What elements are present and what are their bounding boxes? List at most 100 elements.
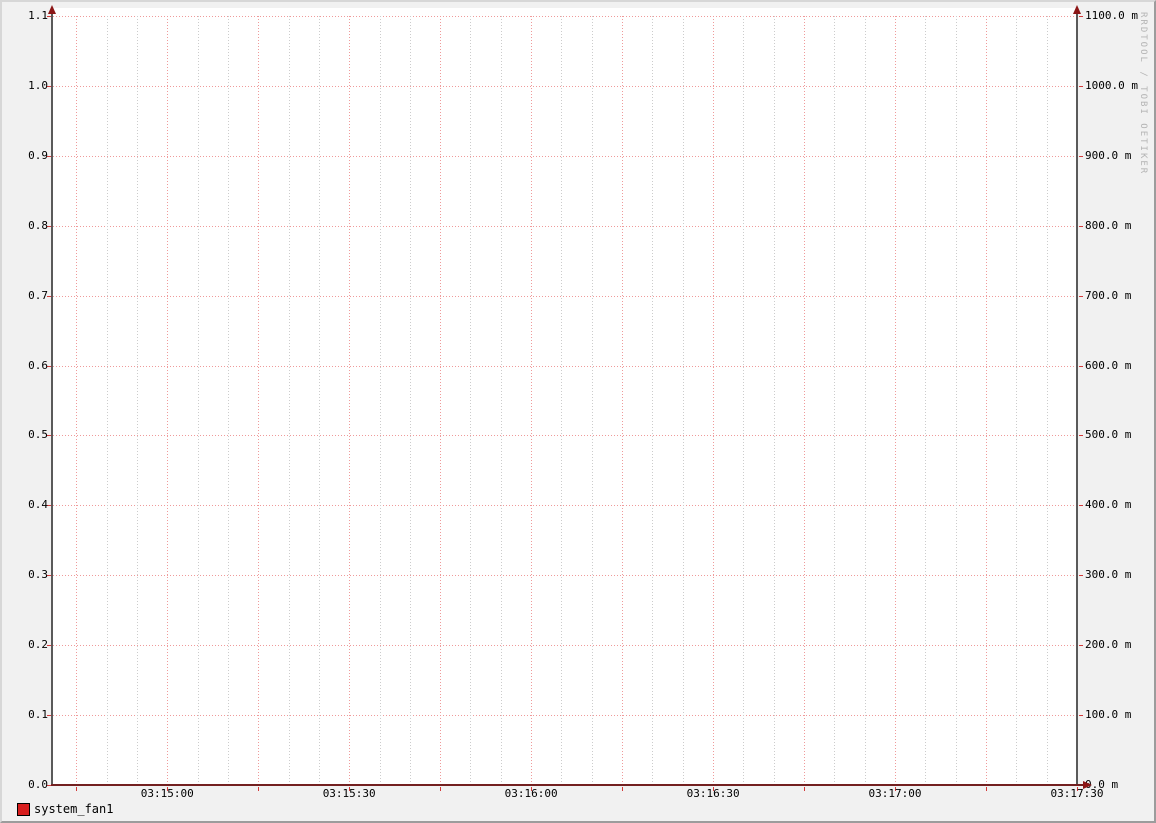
y-axis-right-tick [1079, 435, 1083, 436]
gridline-major-vertical [258, 16, 259, 785]
y-axis-left-label: 0.8 [28, 219, 48, 232]
gridline-major-horizontal [53, 715, 1077, 716]
y-axis-left-label: 0.6 [28, 359, 48, 372]
gridline-major-horizontal [53, 366, 1077, 367]
y-axis-right-label: 600.0 m [1085, 359, 1132, 372]
gridline-minor-vertical [501, 16, 502, 785]
y-axis-left-label: 0.4 [28, 498, 48, 511]
y-axis-right-tick [1079, 505, 1083, 506]
x-axis-tick [622, 787, 623, 791]
x-axis-label: 03:15:30 [322, 787, 376, 800]
gridline-minor-vertical [470, 16, 471, 785]
gridline-major-vertical [531, 16, 532, 785]
y-axis-left-label: 0.7 [28, 289, 48, 302]
y-axis-right-tick [1079, 86, 1083, 87]
y-axis-right-tick [1079, 226, 1083, 227]
y-axis-right-tick [1079, 366, 1083, 367]
y-axis-right-label: 200.0 m [1085, 638, 1132, 651]
gridline-minor-vertical [834, 16, 835, 785]
y-axis-left-label: 1.1 [28, 9, 48, 22]
gridline-major-vertical [713, 16, 714, 785]
gridline-major-horizontal [53, 575, 1077, 576]
legend-swatch [17, 802, 30, 816]
y-axis-right-tick [1079, 645, 1083, 646]
y-axis-right-label: 900.0 m [1085, 149, 1132, 162]
x-axis-tick [986, 787, 987, 791]
gridline-major-horizontal [53, 505, 1077, 506]
x-axis-tick [804, 787, 805, 791]
y-axis-right-label: 700.0 m [1085, 289, 1132, 302]
gridline-major-vertical [895, 16, 896, 785]
y-axis-left-label: 0.5 [28, 428, 48, 441]
y-axis-right-tick [1079, 156, 1083, 157]
y-axis-right-label: 400.0 m [1085, 498, 1132, 511]
gridline-major-vertical [349, 16, 350, 785]
y-axis-right-tick [1079, 296, 1083, 297]
gridline-major-vertical [622, 16, 623, 785]
y-axis-right-arrow-icon [1073, 5, 1081, 14]
x-axis-label: 03:16:00 [504, 787, 558, 800]
y-axis-left-arrow-icon [48, 5, 56, 14]
gridline-major-vertical [986, 16, 987, 785]
gridline-minor-vertical [289, 16, 290, 785]
gridline-major-horizontal [53, 156, 1077, 157]
rrdtool-graph: 0.0 0.0 m 0.1 100.0 m 0.2 200.0 m 0.3 300.0 m 0.… [0, 0, 1156, 823]
x-axis-label: 03:17:30 [1050, 787, 1104, 800]
x-axis-label: 03:17:00 [868, 787, 922, 800]
gridline-minor-vertical [592, 16, 593, 785]
plot-canvas [53, 8, 1077, 785]
gridline-minor-vertical [107, 16, 108, 785]
y-axis-right-label: 800.0 m [1085, 219, 1132, 232]
gridline-minor-vertical [925, 16, 926, 785]
gridline-major-horizontal [53, 16, 1077, 17]
y-axis-left-label: 0.1 [28, 708, 48, 721]
y-axis-left-label: 0.0 [28, 778, 48, 791]
gridline-minor-vertical [743, 16, 744, 785]
y-axis-right-label: 1100.0 m [1085, 9, 1138, 22]
gridline-minor-vertical [137, 16, 138, 785]
gridline-minor-vertical [683, 16, 684, 785]
watermark: RRDTOOL / TOBI OETIKER [1138, 12, 1148, 176]
gridline-minor-vertical [198, 16, 199, 785]
gridline-major-vertical [440, 16, 441, 785]
gridline-major-horizontal [53, 226, 1077, 227]
y-axis-right-tick [1079, 715, 1083, 716]
legend-label: system_fan1 [34, 802, 114, 816]
gridline-minor-vertical [774, 16, 775, 785]
x-axis-tick [258, 787, 259, 791]
gridline-minor-vertical [865, 16, 866, 785]
gridline-minor-vertical [228, 16, 229, 785]
x-axis-label: 03:15:00 [140, 787, 194, 800]
y-axis-right-tick [1079, 575, 1083, 576]
y-axis-right-label: 300.0 m [1085, 568, 1132, 581]
gridline-major-vertical [167, 16, 168, 785]
gridline-major-horizontal [53, 435, 1077, 436]
y-axis-right-label: 500.0 m [1085, 428, 1132, 441]
y-axis-right-label: 100.0 m [1085, 708, 1132, 721]
x-axis-label: 03:16:30 [686, 787, 740, 800]
gridline-major-vertical [804, 16, 805, 785]
y-axis-left-line [51, 8, 53, 786]
gridline-major-horizontal [53, 296, 1077, 297]
gridline-minor-vertical [652, 16, 653, 785]
y-axis-right-line [1076, 8, 1078, 786]
gridline-major-horizontal [53, 86, 1077, 87]
gridline-minor-vertical [410, 16, 411, 785]
gridline-minor-vertical [956, 16, 957, 785]
gridline-minor-vertical [1047, 16, 1048, 785]
y-axis-right-label: 1000.0 m [1085, 79, 1138, 92]
x-axis-tick [76, 787, 77, 791]
gridline-minor-vertical [319, 16, 320, 785]
gridline-major-vertical [76, 16, 77, 785]
y-axis-right-tick [1079, 16, 1083, 17]
gridline-major-horizontal [53, 645, 1077, 646]
y-axis-left-label: 0.2 [28, 638, 48, 651]
x-axis-line [51, 784, 1084, 786]
y-axis-left-label: 1.0 [28, 79, 48, 92]
gridline-minor-vertical [561, 16, 562, 785]
y-axis-left-label: 0.3 [28, 568, 48, 581]
x-axis-tick [440, 787, 441, 791]
y-axis-left-label: 0.9 [28, 149, 48, 162]
legend: system_fan1 [17, 802, 113, 816]
gridline-minor-vertical [380, 16, 381, 785]
